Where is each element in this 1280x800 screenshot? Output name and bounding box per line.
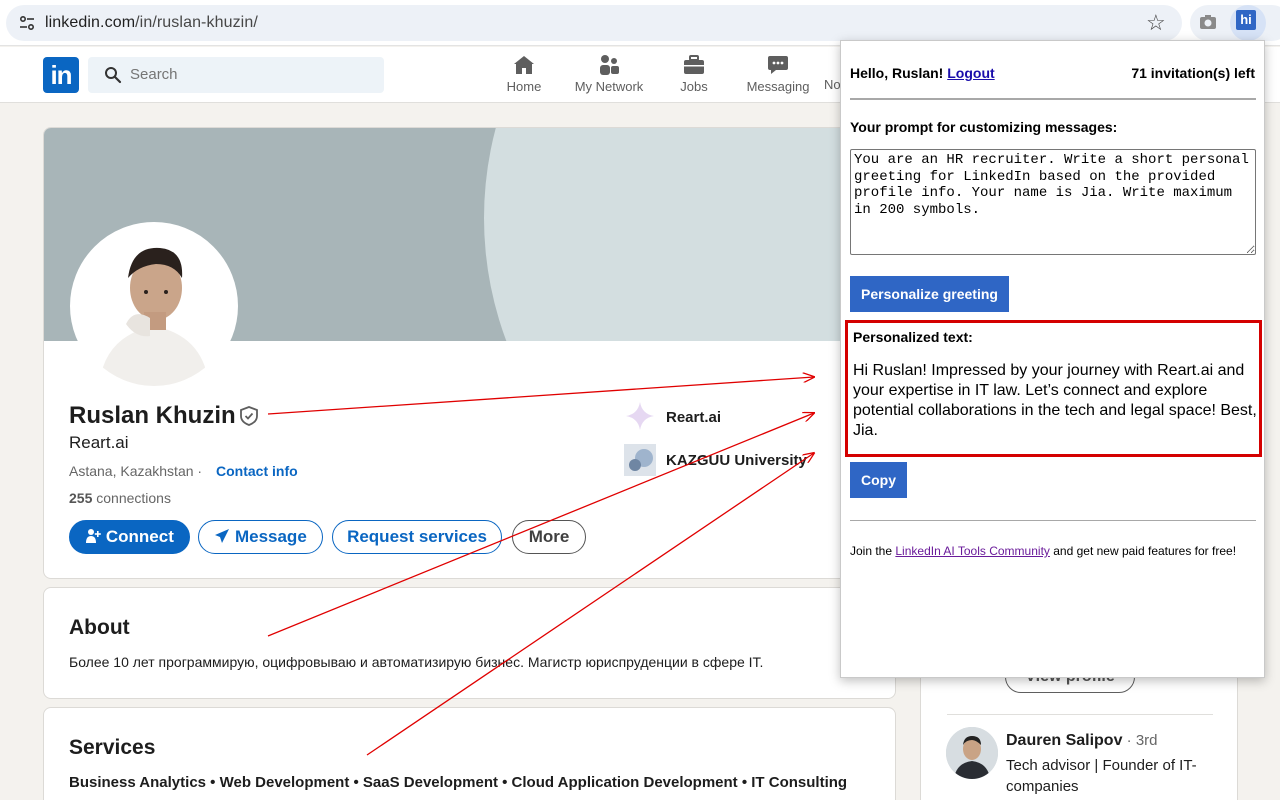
greeting-text: Hello, Ruslan! Logout <box>850 65 995 81</box>
profile-avatar[interactable] <box>70 222 238 390</box>
banner-arc <box>484 128 895 341</box>
nav-messaging-label: Messaging <box>746 79 810 94</box>
bookmark-star-icon[interactable]: ☆ <box>1146 11 1166 35</box>
person-title: Tech advisor | Founder of IT-companies <box>1006 757 1197 795</box>
join-community-text: Join the LinkedIn AI Tools Community and… <box>850 544 1260 559</box>
avatar-photo <box>74 226 234 386</box>
personalized-text: Hi Ruslan! Impressed by your journey wit… <box>853 362 1257 439</box>
url-host: linkedin.com <box>45 14 136 31</box>
url-path: /in/ruslan-khuzin/ <box>135 14 258 31</box>
personalize-greeting-button[interactable]: Personalize greeting <box>850 276 1009 312</box>
linkedin-logo[interactable]: in <box>43 57 79 93</box>
connections-count: 255 connections <box>69 490 171 506</box>
nav-home-label: Home <box>506 79 542 94</box>
join-prefix: Join the <box>850 544 896 558</box>
person-name[interactable]: Dauren Salipov · 3rd <box>1006 732 1158 750</box>
about-text: Более 10 лет программирую, оцифровываю и… <box>69 654 764 670</box>
nav-home[interactable]: Home <box>503 53 545 94</box>
prompt-textarea[interactable]: You are an HR recruiter. Write a short p… <box>850 149 1256 255</box>
connect-label: Connect <box>105 527 174 546</box>
url-text[interactable]: linkedin.com/in/ruslan-khuzin/ <box>45 14 258 32</box>
send-icon <box>215 529 230 543</box>
connections-label: connections <box>92 490 171 506</box>
address-bar[interactable]: linkedin.com/in/ruslan-khuzin/ ☆ <box>6 5 1182 41</box>
nav-jobs-label: Jobs <box>680 79 708 94</box>
nav-messaging[interactable]: Messaging <box>745 53 811 94</box>
experience-kazguu[interactable]: KAZGUU University <box>666 452 807 469</box>
invitations-left: 71 invitation(s) left <box>1131 65 1255 81</box>
briefcase-icon <box>684 55 704 74</box>
profile-location: Astana, Kazakhstan · <box>69 463 203 479</box>
messaging-icon <box>768 56 788 74</box>
sidebar-divider <box>947 714 1213 715</box>
experience-reart[interactable]: Reart.ai <box>666 409 721 426</box>
nav-my-network-label: My Network <box>574 79 644 94</box>
popup-divider-top <box>850 98 1256 100</box>
more-button[interactable]: More <box>512 520 586 554</box>
request-services-button[interactable]: Request services <box>332 520 502 554</box>
about-card: About Более 10 лет программирую, оцифров… <box>43 587 896 699</box>
prompt-label: Your prompt for customizing messages: <box>850 119 1118 135</box>
camera-icon[interactable] <box>1198 12 1218 32</box>
search-input[interactable] <box>130 66 370 83</box>
kazguu-logo-icon <box>624 444 656 476</box>
profile-name: Ruslan Khuzin <box>69 402 236 429</box>
services-list: Business Analytics • Web Development • S… <box>69 774 848 791</box>
services-title: Services <box>69 736 156 759</box>
person-avatar[interactable] <box>946 727 998 779</box>
add-person-icon <box>86 529 101 543</box>
profile-card: Ruslan Khuzin Reart.ai Astana, Kazakhsta… <box>43 127 896 579</box>
search-box[interactable] <box>88 57 384 93</box>
message-button[interactable]: Message <box>198 520 323 554</box>
nav-notifications[interactable]: No <box>824 53 840 92</box>
personalized-label: Personalized text: <box>853 329 973 345</box>
hello-label: Hello, Ruslan! <box>850 65 948 81</box>
connect-button[interactable]: Connect <box>69 520 190 554</box>
nav-my-network[interactable]: My Network <box>572 53 646 94</box>
verified-shield-icon[interactable] <box>238 405 260 427</box>
reart-logo-icon <box>624 400 656 432</box>
about-title: About <box>69 616 130 639</box>
logout-link[interactable]: Logout <box>947 65 994 81</box>
copy-button[interactable]: Copy <box>850 462 907 498</box>
nav-notifications-label: No <box>824 77 840 92</box>
extension-popup: Hello, Ruslan! Logout 71 invitation(s) l… <box>840 40 1265 678</box>
search-icon <box>105 67 122 84</box>
home-icon <box>514 56 534 74</box>
site-settings-icon[interactable] <box>18 14 36 32</box>
join-suffix: and get new paid features for free! <box>1049 544 1237 558</box>
connections-number: 255 <box>69 490 93 506</box>
nav-jobs[interactable]: Jobs <box>677 53 711 94</box>
services-card: Services Business Analytics • Web Develo… <box>43 707 896 800</box>
personalized-result-box: Personalized text: Hi Ruslan! Impressed … <box>845 320 1262 457</box>
community-link[interactable]: LinkedIn AI Tools Community <box>895 544 1050 558</box>
popup-divider-bottom <box>850 520 1256 521</box>
person-name-text: Dauren Salipov <box>1006 732 1123 749</box>
network-icon <box>600 55 619 75</box>
contact-info-link[interactable]: Contact info <box>216 463 298 479</box>
message-label: Message <box>234 527 307 546</box>
person-degree: · 3rd <box>1122 732 1158 749</box>
hi-extension-icon[interactable]: hi <box>1236 10 1256 30</box>
profile-headline: Reart.ai <box>69 433 129 452</box>
